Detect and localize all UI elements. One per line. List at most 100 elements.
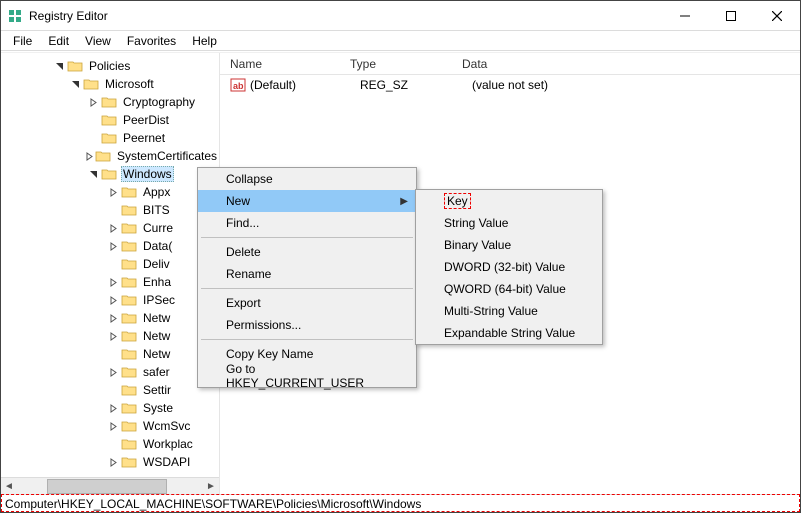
titlebar: Registry Editor bbox=[1, 1, 800, 31]
submenu-item[interactable]: QWORD (64-bit) Value bbox=[416, 278, 602, 300]
tree-node[interactable]: Netw bbox=[1, 327, 219, 345]
context-menu[interactable]: CollapseNew▶Find... DeleteRename ExportPer… bbox=[197, 167, 417, 388]
folder-icon bbox=[101, 130, 117, 146]
tree-node[interactable]: Syste bbox=[1, 399, 219, 417]
chevron-down-icon[interactable] bbox=[51, 58, 67, 74]
chevron-icon[interactable] bbox=[105, 274, 121, 290]
context-menu-item[interactable]: Rename bbox=[198, 263, 416, 285]
column-header-type[interactable]: Type bbox=[350, 57, 462, 71]
tree-label: Data( bbox=[141, 239, 174, 253]
tree-node[interactable]: WcmSvc bbox=[1, 417, 219, 435]
tree-label: PeerDist bbox=[121, 113, 171, 127]
folder-icon bbox=[121, 382, 137, 398]
tree-node[interactable]: Netw bbox=[1, 309, 219, 327]
menu-item-label: QWORD (64-bit) Value bbox=[444, 282, 566, 296]
list-row[interactable]: ab (Default) REG_SZ (value not set) bbox=[220, 75, 800, 95]
value-name: (Default) bbox=[250, 78, 360, 92]
submenu-item[interactable]: Key bbox=[416, 190, 602, 212]
chevron-icon[interactable] bbox=[105, 454, 121, 470]
menu-help[interactable]: Help bbox=[184, 31, 225, 51]
minimize-button[interactable] bbox=[662, 1, 708, 30]
tree-node[interactable]: Cryptography bbox=[1, 93, 219, 111]
chevron-icon[interactable] bbox=[105, 400, 121, 416]
chevron-icon[interactable] bbox=[105, 328, 121, 344]
tree-label: Deliv bbox=[141, 257, 172, 271]
chevron-icon[interactable] bbox=[105, 310, 121, 326]
maximize-button[interactable] bbox=[708, 1, 754, 30]
chevron-down-icon[interactable] bbox=[67, 76, 83, 92]
tree-pane[interactable]: Policies Microsoft Cryptography PeerDist Pee… bbox=[1, 53, 219, 494]
statusbar: Computer\HKEY_LOCAL_MACHINE\SOFTWARE\Pol… bbox=[1, 494, 800, 512]
menu-favorites[interactable]: Favorites bbox=[119, 31, 184, 51]
tree-node[interactable]: BITS bbox=[1, 201, 219, 219]
context-menu-item[interactable]: Permissions... bbox=[198, 314, 416, 336]
tree-label: Microsoft bbox=[103, 77, 156, 91]
chevron-icon[interactable] bbox=[85, 166, 101, 182]
menu-file[interactable]: File bbox=[5, 31, 40, 51]
scroll-right-icon[interactable]: ► bbox=[203, 479, 219, 494]
chevron-icon[interactable] bbox=[105, 418, 121, 434]
context-menu-item[interactable]: Export bbox=[198, 292, 416, 314]
context-menu-item[interactable]: New▶ bbox=[198, 190, 416, 212]
menu-item-label: Key bbox=[444, 193, 471, 209]
scroll-thumb[interactable] bbox=[47, 479, 167, 494]
submenu-item[interactable]: String Value bbox=[416, 212, 602, 234]
tree-node-policies[interactable]: Policies bbox=[1, 57, 219, 75]
context-menu-item[interactable]: Delete bbox=[198, 241, 416, 263]
submenu-item[interactable]: Multi-String Value bbox=[416, 300, 602, 322]
submenu-item[interactable]: Expandable String Value bbox=[416, 322, 602, 344]
chevron-icon[interactable] bbox=[85, 94, 101, 110]
tree-node[interactable]: SystemCertificates bbox=[1, 147, 219, 165]
menu-item-label: Go to HKEY_CURRENT_USER bbox=[226, 362, 376, 390]
chevron-icon[interactable] bbox=[105, 292, 121, 308]
tree-node[interactable]: Workplac bbox=[1, 435, 219, 453]
menu-item-label: Binary Value bbox=[444, 238, 511, 252]
tree-node[interactable]: Netw bbox=[1, 345, 219, 363]
tree-label: BITS bbox=[141, 203, 172, 217]
tree-node[interactable]: Curre bbox=[1, 219, 219, 237]
tree-node[interactable]: Enha bbox=[1, 273, 219, 291]
tree-node[interactable]: PeerDist bbox=[1, 111, 219, 129]
tree-node[interactable]: safer bbox=[1, 363, 219, 381]
tree-node[interactable]: WSDAPI bbox=[1, 453, 219, 471]
tree-label: Policies bbox=[87, 59, 132, 73]
registry-tree[interactable]: Policies Microsoft Cryptography PeerDist Pee… bbox=[1, 53, 219, 471]
tree-node[interactable]: Windows bbox=[1, 165, 219, 183]
folder-icon bbox=[121, 256, 137, 272]
folder-icon bbox=[101, 94, 117, 110]
tree-label: Peernet bbox=[121, 131, 167, 145]
tree-node[interactable]: Appx bbox=[1, 183, 219, 201]
tree-horizontal-scrollbar[interactable]: ◄ ► bbox=[1, 477, 219, 494]
scroll-left-icon[interactable]: ◄ bbox=[1, 479, 17, 494]
menubar: File Edit View Favorites Help bbox=[1, 31, 800, 51]
chevron-icon[interactable] bbox=[105, 364, 121, 380]
column-header-data[interactable]: Data bbox=[462, 57, 800, 71]
tree-node[interactable]: Data( bbox=[1, 237, 219, 255]
tree-node[interactable]: Deliv bbox=[1, 255, 219, 273]
workarea: Policies Microsoft Cryptography PeerDist Pee… bbox=[1, 52, 800, 494]
tree-node[interactable]: Settir bbox=[1, 381, 219, 399]
value-data: (value not set) bbox=[472, 78, 800, 92]
submenu-item[interactable]: DWORD (32-bit) Value bbox=[416, 256, 602, 278]
chevron-icon[interactable] bbox=[85, 148, 95, 164]
menu-item-label: Expandable String Value bbox=[444, 326, 575, 340]
tree-node[interactable]: IPSec bbox=[1, 291, 219, 309]
folder-icon bbox=[121, 310, 137, 326]
chevron-icon[interactable] bbox=[105, 184, 121, 200]
context-menu-item[interactable]: Go to HKEY_CURRENT_USER bbox=[198, 365, 416, 387]
column-header-name[interactable]: Name bbox=[230, 57, 350, 71]
tree-label: Curre bbox=[141, 221, 175, 235]
context-menu-item[interactable]: Find... bbox=[198, 212, 416, 234]
chevron-icon[interactable] bbox=[105, 238, 121, 254]
chevron-icon[interactable] bbox=[105, 220, 121, 236]
context-submenu-new[interactable]: Key String Value Binary Value DWORD (32-bit… bbox=[415, 189, 603, 345]
context-menu-item[interactable]: Collapse bbox=[198, 168, 416, 190]
close-button[interactable] bbox=[754, 1, 800, 30]
menu-edit[interactable]: Edit bbox=[40, 31, 77, 51]
submenu-item[interactable]: Binary Value bbox=[416, 234, 602, 256]
tree-node-microsoft[interactable]: Microsoft bbox=[1, 75, 219, 93]
submenu-arrow-icon: ▶ bbox=[400, 196, 408, 207]
tree-node[interactable]: Peernet bbox=[1, 129, 219, 147]
tree-label: Netw bbox=[141, 347, 172, 361]
menu-view[interactable]: View bbox=[77, 31, 119, 51]
